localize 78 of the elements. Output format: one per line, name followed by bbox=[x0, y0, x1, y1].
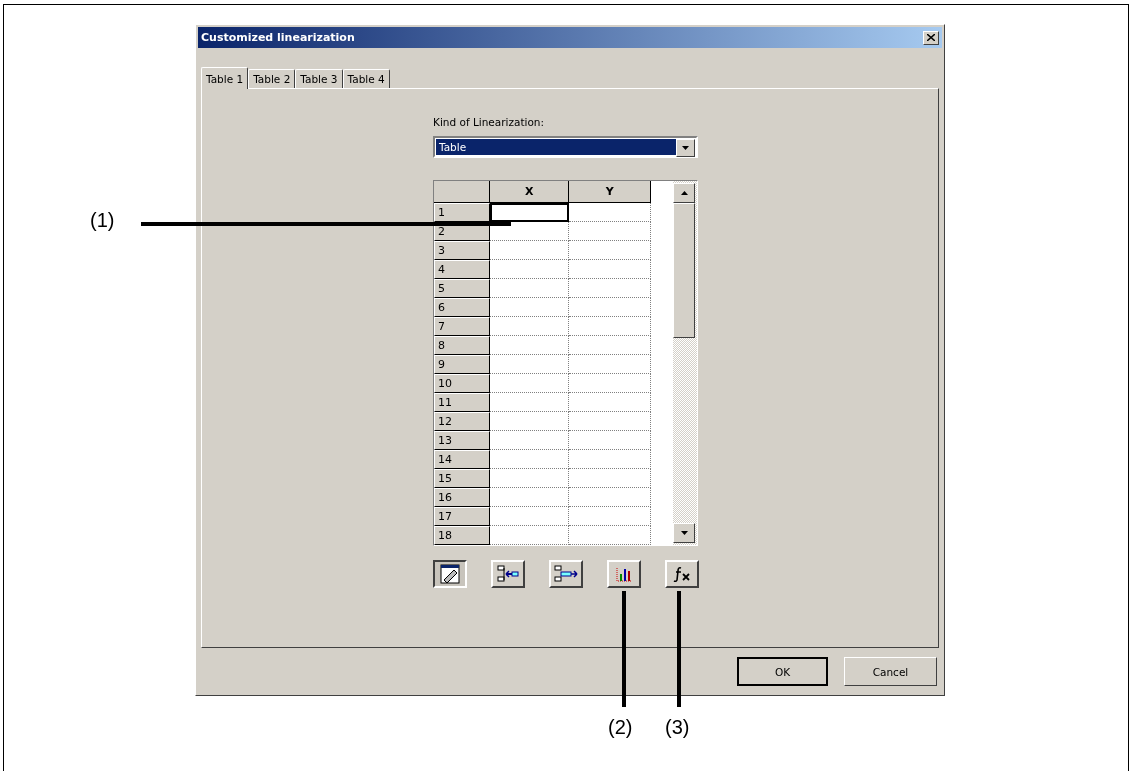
window-title: Customized linearization bbox=[201, 31, 355, 44]
export-arrow-icon bbox=[554, 565, 578, 583]
table-cell[interactable] bbox=[489, 469, 570, 488]
row-header: 16 bbox=[434, 488, 490, 507]
tab[interactable]: Table 4 bbox=[342, 69, 390, 88]
dialog-button[interactable]: OK bbox=[737, 657, 828, 686]
table-cell[interactable] bbox=[569, 222, 652, 241]
table-cell[interactable] bbox=[569, 241, 652, 260]
row-header: 12 bbox=[434, 412, 490, 431]
table-cell[interactable] bbox=[569, 298, 652, 317]
table-cell[interactable] bbox=[569, 507, 652, 526]
table-cell[interactable] bbox=[569, 393, 652, 412]
table-cell[interactable] bbox=[489, 431, 570, 450]
table-cell[interactable] bbox=[569, 355, 652, 374]
table-cell[interactable] bbox=[489, 355, 570, 374]
row-header: 13 bbox=[434, 431, 490, 450]
scroll-down-icon[interactable] bbox=[673, 523, 695, 543]
row-header: 17 bbox=[434, 507, 490, 526]
table-cell[interactable] bbox=[569, 526, 652, 545]
tab[interactable]: Table 1 bbox=[201, 67, 249, 89]
row-header: 10 bbox=[434, 374, 490, 393]
callout-label: (3) bbox=[665, 716, 690, 739]
table-cell[interactable] bbox=[489, 298, 570, 317]
table-cell[interactable] bbox=[489, 412, 570, 431]
row-header: 5 bbox=[434, 279, 490, 298]
scroll-thumb[interactable] bbox=[673, 203, 695, 338]
row-header: 18 bbox=[434, 526, 490, 545]
row-header: 4 bbox=[434, 260, 490, 279]
function-icon bbox=[673, 566, 691, 582]
table-cell[interactable] bbox=[489, 488, 570, 507]
scroll-up-icon[interactable] bbox=[673, 183, 695, 203]
table-cell[interactable] bbox=[569, 336, 652, 355]
tab[interactable]: Table 3 bbox=[295, 69, 343, 88]
row-header: 9 bbox=[434, 355, 490, 374]
row-header: 15 bbox=[434, 469, 490, 488]
table-cell[interactable] bbox=[569, 412, 652, 431]
row-header: 6 bbox=[434, 298, 490, 317]
table-cell[interactable] bbox=[569, 317, 652, 336]
table-cell[interactable] bbox=[569, 374, 652, 393]
field-label: Kind of Linearization: bbox=[433, 116, 546, 130]
table-cell[interactable] bbox=[489, 317, 570, 336]
row-header: 1 bbox=[434, 203, 490, 222]
table-cell[interactable] bbox=[569, 469, 652, 488]
table-edit-icon bbox=[440, 564, 460, 584]
table-cell[interactable] bbox=[569, 279, 652, 298]
table-cell[interactable] bbox=[489, 241, 570, 260]
table-cell[interactable] bbox=[489, 222, 570, 241]
table-cell[interactable] bbox=[489, 260, 570, 279]
table-cell[interactable] bbox=[489, 336, 570, 355]
callout-label: (1) bbox=[90, 209, 115, 232]
kind-dropdown[interactable]: Table bbox=[433, 136, 698, 158]
row-header: 3 bbox=[434, 241, 490, 260]
table-cell[interactable] bbox=[489, 507, 570, 526]
table-cell[interactable] bbox=[489, 526, 570, 545]
table-cell[interactable] bbox=[489, 393, 570, 412]
row-header: 14 bbox=[434, 450, 490, 469]
scrollbar[interactable] bbox=[673, 181, 697, 545]
table-cell[interactable] bbox=[569, 203, 652, 222]
row-header: 11 bbox=[434, 393, 490, 412]
row-header: 8 bbox=[434, 336, 490, 355]
row-header: 7 bbox=[434, 317, 490, 336]
table-cell[interactable] bbox=[569, 260, 652, 279]
bar-chart-icon bbox=[615, 566, 633, 582]
table-cell[interactable] bbox=[569, 488, 652, 507]
corner-cell bbox=[434, 181, 490, 203]
table-cell[interactable] bbox=[489, 450, 570, 469]
dialog-button[interactable]: Cancel bbox=[844, 657, 937, 686]
toolbar-button[interactable] bbox=[433, 560, 467, 588]
table-cell[interactable] bbox=[569, 431, 652, 450]
table-cell[interactable] bbox=[489, 374, 570, 393]
table-cell[interactable] bbox=[489, 279, 570, 298]
table-cell[interactable] bbox=[569, 450, 652, 469]
tab[interactable]: Table 2 bbox=[248, 69, 296, 88]
import-arrow-icon bbox=[497, 565, 519, 583]
table-cell[interactable] bbox=[489, 203, 570, 222]
callout-label: (2) bbox=[608, 716, 633, 739]
close-button[interactable] bbox=[923, 30, 939, 45]
close-icon bbox=[927, 34, 935, 41]
